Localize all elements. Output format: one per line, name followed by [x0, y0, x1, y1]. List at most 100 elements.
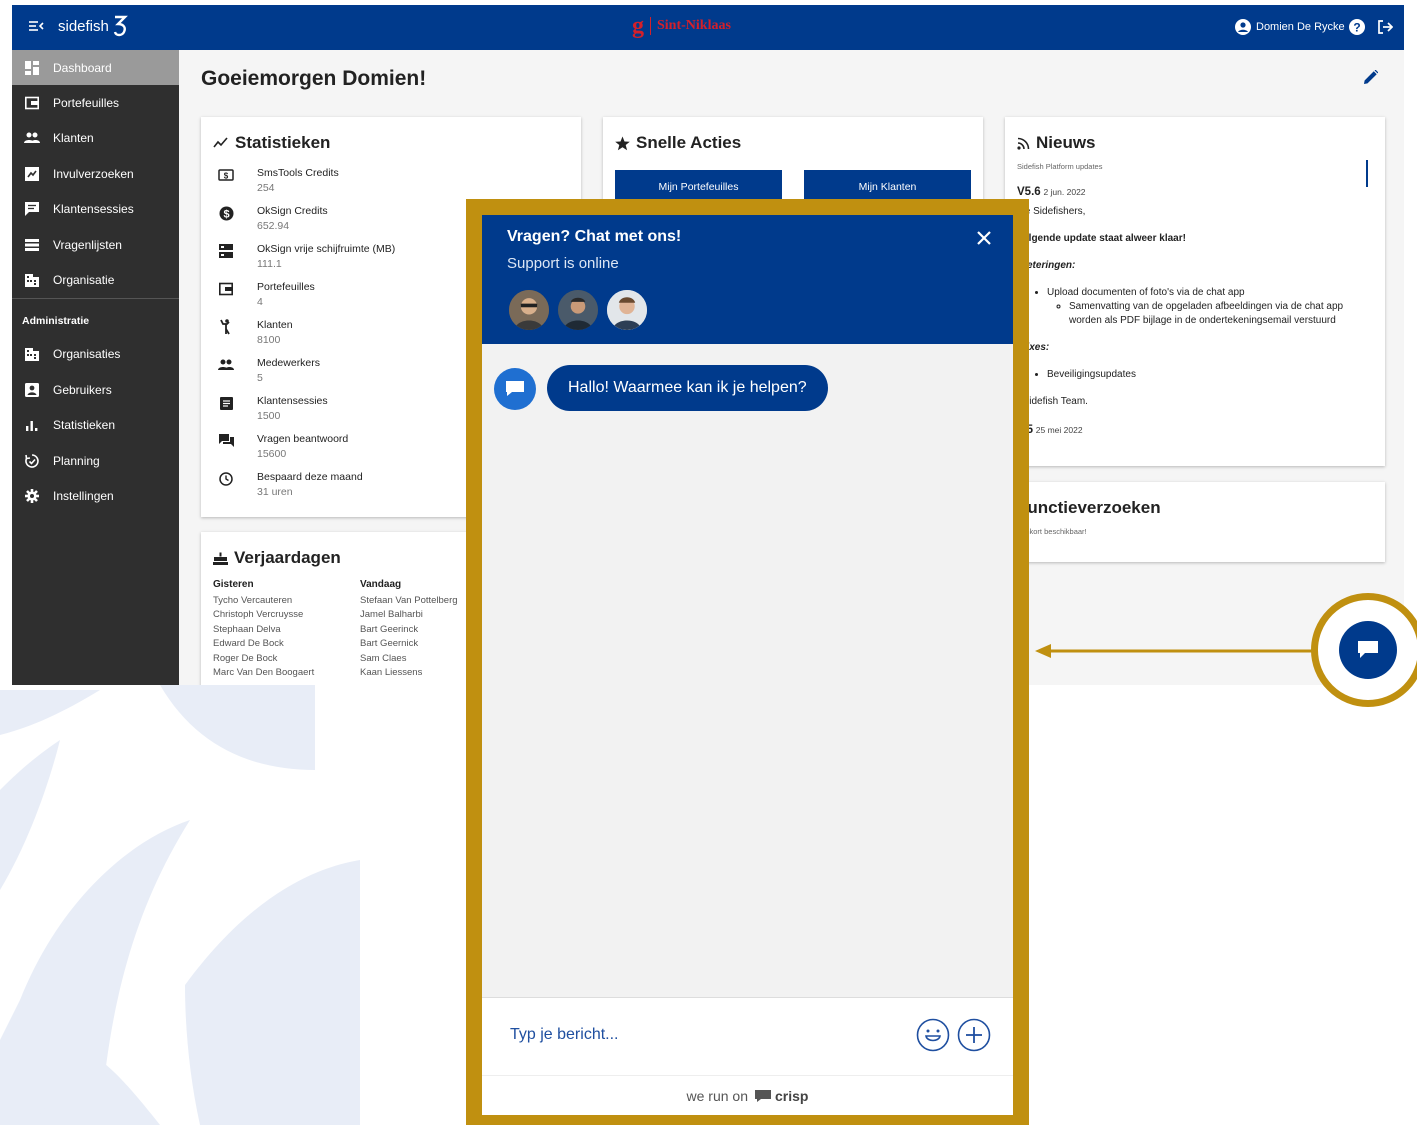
- sidebar-item-label: Portefeuilles: [53, 96, 120, 111]
- news-subtitle: Sidefish Platform updates: [1017, 162, 1103, 171]
- menu-collapse-icon[interactable]: [29, 19, 45, 33]
- chat-launcher-button[interactable]: [1339, 621, 1397, 679]
- attach-plus-icon[interactable]: [957, 1018, 991, 1052]
- avatar: [605, 288, 649, 332]
- stat-value: 8100: [257, 334, 281, 346]
- sidebar-item-vragenlijsten[interactable]: Vragenlijsten: [12, 227, 179, 262]
- chat-message-bubble: Hallo! Waarmee kan ik je helpen?: [547, 365, 828, 411]
- bar-chart-icon: [24, 417, 40, 433]
- gear-icon: [24, 488, 40, 504]
- feature-requests-card: Functieverzoeken nenkort beschikbaar!: [1005, 482, 1385, 562]
- user-menu[interactable]: Domien De Rycke: [1235, 19, 1345, 35]
- storage-icon: [217, 242, 235, 260]
- sidebar-item-gebruikers[interactable]: Gebruikers: [12, 372, 179, 407]
- birthdays-yesterday-heading: Gisteren: [213, 579, 254, 590]
- crisp-brand-link[interactable]: crisp: [754, 1088, 808, 1104]
- city-name: Sint-Niklaas: [657, 18, 731, 33]
- sidebar-item-label: Planning: [53, 453, 100, 468]
- svg-text:$: $: [224, 172, 229, 181]
- rss-icon: [1017, 137, 1030, 150]
- news-card-title: Nieuws: [1017, 133, 1096, 153]
- news-section-bugfixes: gfixes:: [1017, 342, 1050, 353]
- news-card: Nieuws Sidefish Platform updates V5.6 2 …: [1005, 117, 1385, 466]
- sidebar-item-label: Vragenlijsten: [53, 237, 122, 252]
- sidebar-item-label: Instellingen: [53, 488, 114, 503]
- planning-icon: [24, 453, 40, 469]
- coin-icon: $: [217, 204, 235, 222]
- top-bar: sidefish g Sint-Niklaas Domien De Rycke …: [12, 5, 1404, 50]
- stat-row: Bespaard deze maand 31 uren: [217, 470, 363, 500]
- chat-widget: Vragen? Chat met ons! Support is online …: [482, 215, 1013, 1115]
- stat-value: 4: [257, 296, 263, 308]
- stat-row: Medewerkers 5: [217, 356, 320, 386]
- city-logo-letter: g: [632, 13, 644, 39]
- sidebar-item-planning[interactable]: Planning: [12, 443, 179, 478]
- chat-compose-bar: [482, 997, 1013, 1075]
- people-icon: [24, 130, 40, 146]
- stat-label: Portefeuilles: [257, 281, 315, 293]
- close-icon[interactable]: [975, 229, 993, 247]
- wallet-icon: [217, 280, 235, 298]
- sidebar-item-label: Klanten: [53, 131, 94, 146]
- people-icon: [217, 356, 235, 374]
- sidebar-item-statistieken[interactable]: Statistieken: [12, 408, 179, 443]
- chat-bot-icon: [494, 368, 536, 410]
- quick-actions-title-text: Snelle Acties: [636, 133, 742, 152]
- sidebar-item-instellingen[interactable]: Instellingen: [12, 478, 179, 513]
- stat-row: OkSign vrije schijfruimte (MB) 111.1: [217, 242, 395, 272]
- stat-row: Vragen beantwoord 15600: [217, 432, 348, 462]
- stat-label: Klantensessies: [257, 395, 328, 407]
- logout-icon[interactable]: [1377, 19, 1393, 35]
- news-list-item: Upload documenten of foto's via de chat …: [1047, 286, 1372, 328]
- stat-value: 1500: [257, 410, 281, 422]
- edit-pencil-icon[interactable]: [1364, 70, 1378, 84]
- stat-row: Portefeuilles 4: [217, 280, 315, 310]
- news-headline: volgende update staat alweer klaar!: [1017, 233, 1186, 244]
- stat-value: 5: [257, 372, 263, 384]
- birthdays-today-heading: Vandaag: [360, 579, 402, 590]
- sidebar-item-invulverzoeken[interactable]: Invulverzoeken: [12, 156, 179, 191]
- sidebar-item-label: Organisatie: [53, 273, 115, 288]
- sidebar-item-dashboard[interactable]: Dashboard: [12, 50, 179, 86]
- chat-status: Support is online: [507, 255, 619, 272]
- news-scrollbar[interactable]: [1366, 160, 1368, 187]
- birthdays-today-list: Stefaan Van Pottelberg Jamel Balharbi Ba…: [360, 595, 458, 679]
- stat-label: OkSign vrije schijfruimte (MB): [257, 243, 396, 255]
- news-improvements-list: Upload documenten of foto's via de chat …: [1017, 286, 1372, 328]
- cake-icon: [213, 552, 228, 565]
- person-waving-icon: [217, 318, 235, 336]
- support-avatars: [507, 288, 654, 332]
- chat-footer: we run on crisp: [482, 1075, 1013, 1115]
- city-logo: g Sint-Niklaas: [632, 14, 731, 38]
- emoji-smile-icon[interactable]: [916, 1018, 950, 1052]
- crisp-brand-text: crisp: [775, 1087, 809, 1104]
- stat-row: $ OkSign Credits 652.94: [217, 204, 328, 234]
- stat-row: Klanten 8100: [217, 318, 293, 348]
- feature-requests-title: Functieverzoeken: [1017, 498, 1161, 518]
- chat-message-input[interactable]: [510, 1020, 890, 1050]
- birthdays-card-title: Verjaardagen: [213, 548, 341, 568]
- crisp-logo-icon: [755, 1089, 771, 1102]
- birthdays-title-text: Verjaardagen: [234, 548, 341, 567]
- sidebar-section-title: Administratie: [22, 314, 90, 327]
- document-icon: [217, 394, 235, 412]
- sidebar-item-klantensessies[interactable]: Klantensessies: [12, 192, 179, 227]
- help-icon[interactable]: ?: [1349, 19, 1365, 35]
- sidebar: Dashboard Portefeuilles Klanten Invulver…: [12, 50, 179, 685]
- sidebar-item-organisaties[interactable]: Organisaties: [12, 337, 179, 372]
- stat-label: Vragen beantwoord: [257, 433, 349, 445]
- chat-highlight-frame: Vragen? Chat met ons! Support is online …: [466, 199, 1029, 1125]
- avatar: [507, 288, 551, 332]
- page-title: Goeiemorgen Domien!: [201, 67, 427, 90]
- sidebar-item-organisatie[interactable]: Organisatie: [12, 262, 179, 297]
- sidebar-item-portefeuilles[interactable]: Portefeuilles: [12, 85, 179, 120]
- session-icon: [24, 201, 40, 217]
- quick-actions-title: Snelle Acties: [615, 133, 741, 153]
- list-icon: [24, 237, 40, 253]
- annotation-arrow: [1035, 644, 1320, 658]
- news-list-item: Beveiligingsupdates: [1047, 368, 1372, 382]
- building-icon: [24, 272, 40, 288]
- star-icon: [615, 136, 630, 150]
- sidebar-item-klanten[interactable]: Klanten: [12, 121, 179, 156]
- forum-icon: [217, 432, 235, 450]
